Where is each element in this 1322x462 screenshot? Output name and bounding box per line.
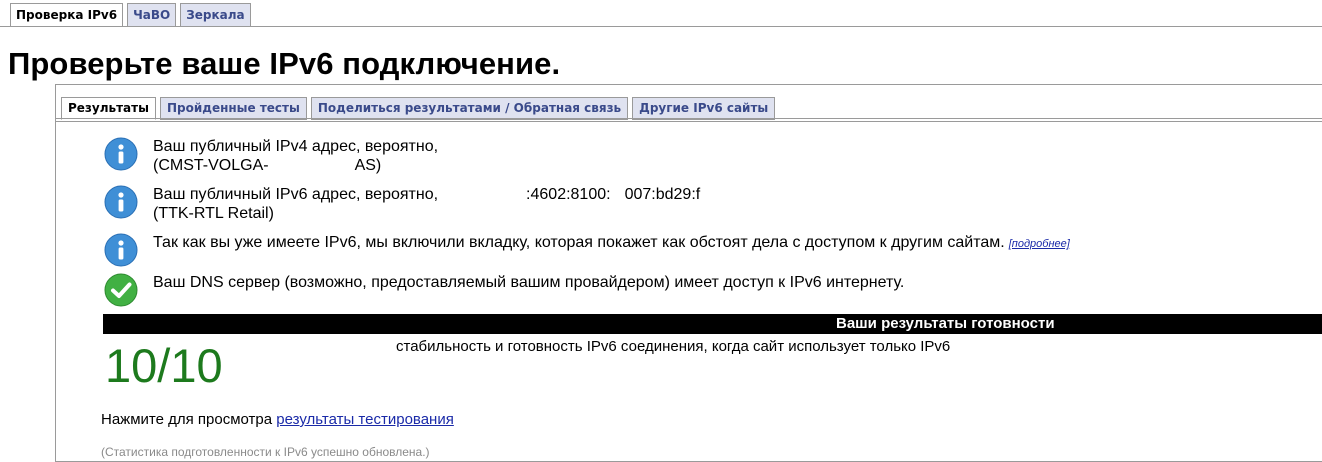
stats-updated-note: (Статистика подготовленности к IPv6 успе…: [101, 445, 430, 459]
info-icon: [104, 137, 138, 171]
ipv4-provider-suffix: AS): [354, 157, 382, 174]
more-info-link[interactable]: [подробнее]: [1009, 238, 1070, 250]
readiness-title: Ваши результаты готовности: [836, 315, 1055, 332]
inner-tabs: Результаты Пройденные тесты Поделиться р…: [61, 97, 776, 120]
readiness-header-bar: Ваши результаты готовности: [103, 314, 1322, 334]
message-text: Ваш DNS сервер (возможно, предоставляемы…: [153, 273, 904, 292]
tab-faq[interactable]: ЧаВО: [127, 3, 177, 27]
top-tabs-divider: [0, 26, 1322, 27]
message-ipv6-address: Ваш публичный IPv6 адрес, вероятно, :4602…: [104, 185, 700, 223]
ipv6-address-part-2: 007:bd29:f: [624, 186, 701, 203]
view-results-prefix: Нажмите для просмотра: [101, 411, 273, 428]
top-tabs: Проверка IPv6 ЧаВО Зеркала: [10, 3, 251, 27]
inner-tabs-divider: [56, 118, 1322, 119]
tab-share-feedback[interactable]: Поделиться результатами / Обратная связь: [310, 97, 629, 120]
ipv4-provider-prefix: (CMST-VOLGA-: [153, 157, 269, 174]
message-other-sites-tab: Так как вы уже имеете IPv6, мы включили …: [104, 233, 1070, 267]
ipv4-provider: (CMST-VOLGA- AS): [153, 156, 438, 175]
message-text: Так как вы уже имеете IPv6, мы включили …: [153, 233, 1070, 254]
info-icon: [104, 233, 138, 267]
tab-tests-run[interactable]: Пройденные тесты: [159, 97, 307, 120]
message-ipv4-address: Ваш публичный IPv4 адрес, вероятно, (CMS…: [104, 137, 438, 175]
info-icon: [104, 185, 138, 219]
ipv6-label: Ваш публичный IPv6 адрес, вероятно,: [153, 186, 439, 203]
check-icon: [104, 273, 138, 307]
page-title: Проверьте ваше IPv6 подключение.: [8, 46, 561, 81]
readiness-description: стабильность и готовность IPv6 соединени…: [396, 338, 951, 355]
dns-text: Ваш DNS сервер (возможно, предоставляемы…: [153, 274, 905, 291]
message-text: Ваш публичный IPv6 адрес, вероятно, :4602…: [153, 185, 700, 223]
tab-mirrors[interactable]: Зеркала: [180, 3, 251, 27]
test-results-link[interactable]: результаты тестирования: [276, 411, 454, 428]
tab-results[interactable]: Результаты: [61, 97, 156, 120]
results-frame: Результаты Пройденные тесты Поделиться р…: [55, 84, 1322, 462]
message-text: Ваш публичный IPv4 адрес, вероятно, (CMS…: [153, 137, 438, 175]
ipv6-address-part-1: :4602:8100:: [526, 186, 611, 203]
tab-other-sites[interactable]: Другие IPv6 сайты: [632, 97, 776, 120]
readiness-score: 10/10: [105, 339, 223, 392]
message-dns: Ваш DNS сервер (возможно, предоставляемы…: [104, 273, 904, 307]
inner-tabs-divider-2: [56, 121, 1322, 122]
page: Проверка IPv6 ЧаВО Зеркала Проверьте ваш…: [0, 0, 1322, 462]
tab-ipv6-test[interactable]: Проверка IPv6: [10, 3, 124, 27]
ipv4-label: Ваш публичный IPv4 адрес, вероятно,: [153, 138, 439, 155]
other-sites-line: Так как вы уже имеете IPv6, мы включили …: [153, 233, 1070, 254]
ipv6-line: Ваш публичный IPv6 адрес, вероятно, :4602…: [153, 185, 700, 204]
ipv6-provider: (TTK-RTL Retail): [153, 205, 274, 222]
view-results-line: Нажмите для просмотра результаты тестиро…: [101, 411, 454, 429]
other-sites-text: Так как вы уже имеете IPv6, мы включили …: [153, 234, 1005, 251]
